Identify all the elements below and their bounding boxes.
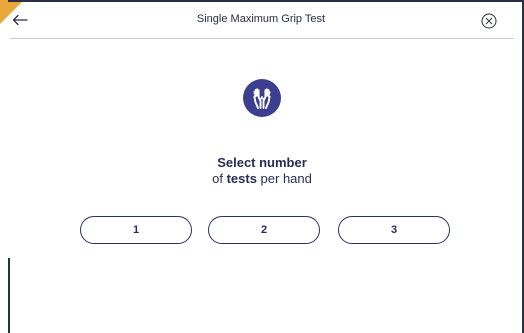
frame-edge-left xyxy=(8,258,10,333)
option-1-button[interactable]: 1 xyxy=(80,216,192,244)
prompt-heading: Select number xyxy=(217,155,307,170)
prompt-suffix: per hand xyxy=(256,171,312,186)
close-button[interactable] xyxy=(480,12,498,30)
prompt-subtext: of tests per hand xyxy=(0,171,524,187)
grip-test-screen: Single Maximum Grip Test Select number o… xyxy=(0,0,524,333)
option-2-button[interactable]: 2 xyxy=(208,216,320,244)
option-3-button[interactable]: 3 xyxy=(338,216,450,244)
circle-x-icon xyxy=(481,13,497,29)
header-bar: Single Maximum Grip Test xyxy=(0,2,522,38)
prompt-emphasis: tests xyxy=(226,171,257,186)
tests-per-hand-prompt: Select number of tests per hand xyxy=(0,155,524,187)
page-title: Single Maximum Grip Test xyxy=(196,13,326,25)
raised-hands-icon xyxy=(243,79,281,117)
header-divider xyxy=(10,38,514,39)
prompt-prefix: of xyxy=(212,171,227,186)
